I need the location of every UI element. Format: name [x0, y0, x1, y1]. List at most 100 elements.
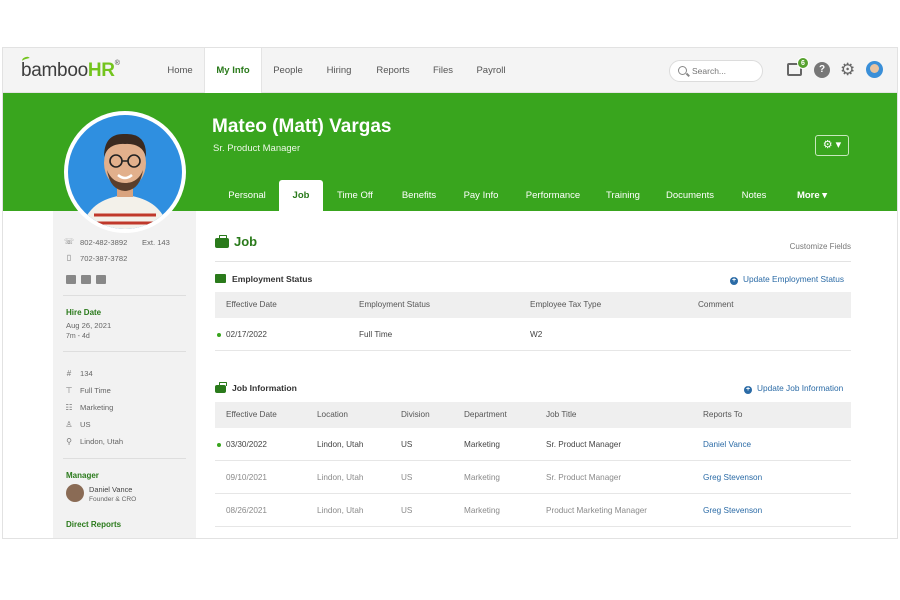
linkedin-icon[interactable] — [81, 275, 91, 284]
tab-notes[interactable]: Notes — [733, 180, 775, 211]
column-header[interactable]: Effective Date — [226, 292, 277, 318]
desk-phone-icon: ☏ — [64, 237, 75, 246]
tab-pay-info[interactable]: Pay Info — [455, 180, 507, 211]
nav-payroll[interactable]: Payroll — [471, 48, 511, 93]
column-header[interactable]: Employee Tax Type — [530, 292, 601, 318]
nav-reports[interactable]: Reports — [371, 48, 415, 93]
update-employment-status-link[interactable]: + Update Employment Status — [730, 274, 844, 285]
reports-to-link[interactable]: Greg Stevenson — [703, 461, 762, 494]
tab-personal[interactable]: Personal — [218, 180, 276, 211]
manager-avatar[interactable] — [66, 484, 84, 502]
table-row[interactable]: 08/26/2021 Lindon, Utah US Marketing Pro… — [215, 494, 851, 527]
portrait-illustration — [68, 115, 182, 229]
hire-date-label: Hire Date — [66, 308, 102, 317]
employee-number: 134 — [80, 369, 93, 378]
employment-status: Full Time — [359, 330, 393, 339]
add-circle-icon: + — [730, 277, 738, 285]
gear-icon[interactable]: ⚙ — [840, 60, 855, 80]
employment-status-table-header: Effective Date Employment Status Employe… — [215, 292, 851, 318]
tenure: 7m - 4d — [66, 333, 90, 340]
employee-name: Mateo (Matt) Vargas — [212, 116, 392, 137]
tab-time-off[interactable]: Time Off — [329, 180, 381, 211]
direct-reports-label: Direct Reports — [66, 520, 122, 529]
employment-status-title: Employment Status — [232, 274, 313, 284]
nav-files[interactable]: Files — [428, 48, 458, 93]
job-title: Sr. Product Manager — [546, 440, 622, 449]
department: Marketing — [464, 440, 500, 449]
facebook-icon[interactable] — [96, 275, 106, 284]
manager-title: Founder & CRO — [89, 496, 137, 503]
department-icon: ☷ — [65, 403, 73, 412]
profile-settings-button[interactable]: ⚙ ▾ — [815, 135, 849, 156]
column-header[interactable]: Job Title — [546, 402, 577, 428]
tax-type: W2 — [530, 330, 543, 339]
department: Marketing — [80, 403, 114, 412]
email-icon[interactable] — [66, 275, 76, 284]
search-box[interactable] — [669, 60, 763, 82]
app-window: bambooHR® Home My Info People Hiring Rep… — [2, 47, 898, 539]
nav-hiring[interactable]: Hiring — [320, 48, 358, 93]
manager-label: Manager — [66, 471, 99, 480]
effective-date: 09/10/2021 — [226, 473, 267, 482]
nav-my-info[interactable]: My Info — [204, 48, 262, 93]
nav-people[interactable]: People — [267, 48, 309, 93]
customize-fields-link[interactable]: Customize Fields — [790, 242, 851, 251]
tab-job[interactable]: Job — [279, 180, 323, 211]
column-header[interactable]: Comment — [698, 292, 734, 318]
reports-to-link[interactable]: Greg Stevenson — [703, 494, 762, 527]
column-header[interactable]: Department — [464, 402, 507, 428]
effective-date: 08/26/2021 — [226, 506, 267, 515]
table-row[interactable]: 09/10/2021 Lindon, Utah US Marketing Sr.… — [215, 461, 851, 494]
current-indicator-icon — [217, 443, 221, 447]
user-avatar[interactable] — [866, 61, 883, 78]
hire-date: Aug 26, 2021 — [66, 321, 112, 330]
inbox-badge: 6 — [797, 57, 809, 69]
divider — [63, 295, 186, 296]
hash-icon: # — [66, 369, 72, 378]
job-panel: Job Customize Fields Employment Status +… — [203, 211, 897, 538]
column-header[interactable]: Employment Status — [359, 292, 430, 318]
help-icon[interactable]: ? — [814, 62, 830, 78]
reports-to-link[interactable]: Daniel Vance — [703, 428, 751, 461]
job-title: Product Marketing Manager — [546, 506, 648, 515]
add-circle-icon: + — [744, 386, 752, 394]
search-input[interactable] — [692, 64, 758, 78]
bamboohr-logo[interactable]: bambooHR® — [21, 55, 120, 82]
tab-benefits[interactable]: Benefits — [393, 180, 445, 211]
employment-type: Full Time — [80, 386, 111, 395]
divider — [215, 261, 851, 262]
employment-status-icon — [215, 274, 226, 283]
table-row[interactable]: 02/17/2022 Full Time W2 — [215, 318, 851, 351]
tab-more[interactable]: More ▾ — [788, 180, 836, 211]
mobile-phone[interactable]: 702-387-3782 — [80, 254, 127, 263]
column-header[interactable]: Location — [317, 402, 348, 428]
profile-photo[interactable] — [64, 111, 186, 233]
location: Lindon, Utah — [317, 440, 364, 449]
effective-date: 03/30/2022 — [226, 440, 267, 449]
job-information-title: Job Information — [232, 383, 297, 393]
divider — [63, 458, 186, 459]
column-header[interactable]: Effective Date — [226, 402, 277, 428]
tab-documents[interactable]: Documents — [659, 180, 721, 211]
update-job-information-link[interactable]: + Update Job Information — [744, 383, 843, 394]
department: Marketing — [464, 473, 500, 482]
location: Lindon, Utah — [317, 506, 364, 515]
mobile-phone-icon: ▯ — [66, 253, 72, 262]
column-header[interactable]: Reports To — [703, 402, 742, 428]
divider — [63, 351, 186, 352]
tab-training[interactable]: Training — [599, 180, 647, 211]
manager-name[interactable]: Daniel Vance — [89, 485, 132, 494]
division: US — [401, 440, 413, 449]
profile-sidebar: ☏ 802-482-3892 Ext. 143 ▯ 702-387-3782 H… — [53, 211, 196, 538]
department: Marketing — [464, 506, 500, 515]
location: Lindon, Utah — [80, 437, 124, 446]
country: US — [80, 420, 91, 429]
table-row[interactable]: 03/30/2022 Lindon, Utah US Marketing Sr.… — [215, 428, 851, 461]
column-header[interactable]: Division — [401, 402, 430, 428]
effective-date: 02/17/2022 — [226, 330, 267, 339]
briefcase-icon — [215, 235, 229, 248]
nav-home[interactable]: Home — [161, 48, 199, 93]
work-phone[interactable]: 802-482-3892 — [80, 238, 127, 247]
tab-performance[interactable]: Performance — [518, 180, 588, 211]
person-icon: ♙ — [65, 420, 73, 429]
